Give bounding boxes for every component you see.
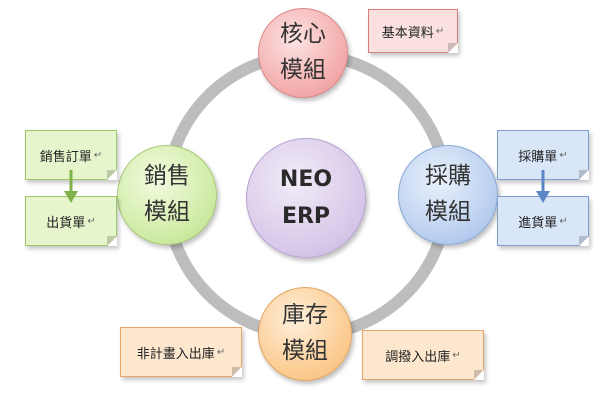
paragraph-mark: ↵ [559, 149, 568, 161]
purchase-order-note: 採購單 ↵ [497, 130, 589, 180]
goods-receipt-note: 進貨單 ↵ [497, 196, 589, 246]
center-label-line2: ERP [281, 204, 331, 229]
transfer-in-out-label: 調撥入出庫 [385, 349, 451, 365]
goods-receipt-label: 進貨單 [518, 215, 558, 231]
basic-data-note: 基本資料 ↵ [368, 9, 458, 53]
paragraph-mark: ↵ [93, 149, 103, 161]
paragraph-mark: ↵ [87, 215, 96, 227]
sales-module-label: 銷售模組 [144, 163, 190, 225]
paragraph-mark: ↵ [435, 25, 445, 37]
misc-in-out-label: 非計畫入出庫 [136, 346, 215, 362]
core-module-label: 核心模組 [280, 21, 326, 83]
erp-module-diagram: NEO ERP 核心模組 銷售模組 採購模組 庫存模組 基本資料 ↵ 銷售訂單 ↵ … [0, 0, 616, 405]
purchasing-module-label: 採購模組 [425, 163, 471, 225]
shipment-note: 出貨單 ↵ [25, 196, 117, 246]
purchase-order-label: 採購單 [518, 149, 558, 165]
sales-order-note: 銷售訂單 ↵ [25, 130, 117, 180]
transfer-in-out-note: 調撥入出庫 ↵ [362, 330, 484, 380]
center-label-line1: NEO [279, 166, 333, 192]
basic-data-label: 基本資料 [381, 25, 434, 41]
center-label: NEO ERP [280, 161, 332, 236]
inventory-module-label: 庫存模組 [282, 302, 328, 364]
paragraph-mark: ↵ [452, 349, 461, 361]
paragraph-mark: ↵ [216, 346, 226, 358]
core-module-node[interactable]: 核心模組 [258, 8, 348, 98]
sales-order-label: 銷售訂單 [39, 149, 92, 165]
neo-erp-center: NEO ERP [246, 138, 366, 258]
sales-module-node[interactable]: 銷售模組 [117, 145, 217, 245]
misc-in-out-note: 非計畫入出庫 ↵ [120, 327, 242, 377]
purchasing-module-node[interactable]: 採購模組 [398, 145, 498, 245]
inventory-module-node[interactable]: 庫存模組 [258, 287, 352, 381]
paragraph-mark: ↵ [559, 215, 568, 227]
shipment-label: 出貨單 [46, 215, 86, 231]
